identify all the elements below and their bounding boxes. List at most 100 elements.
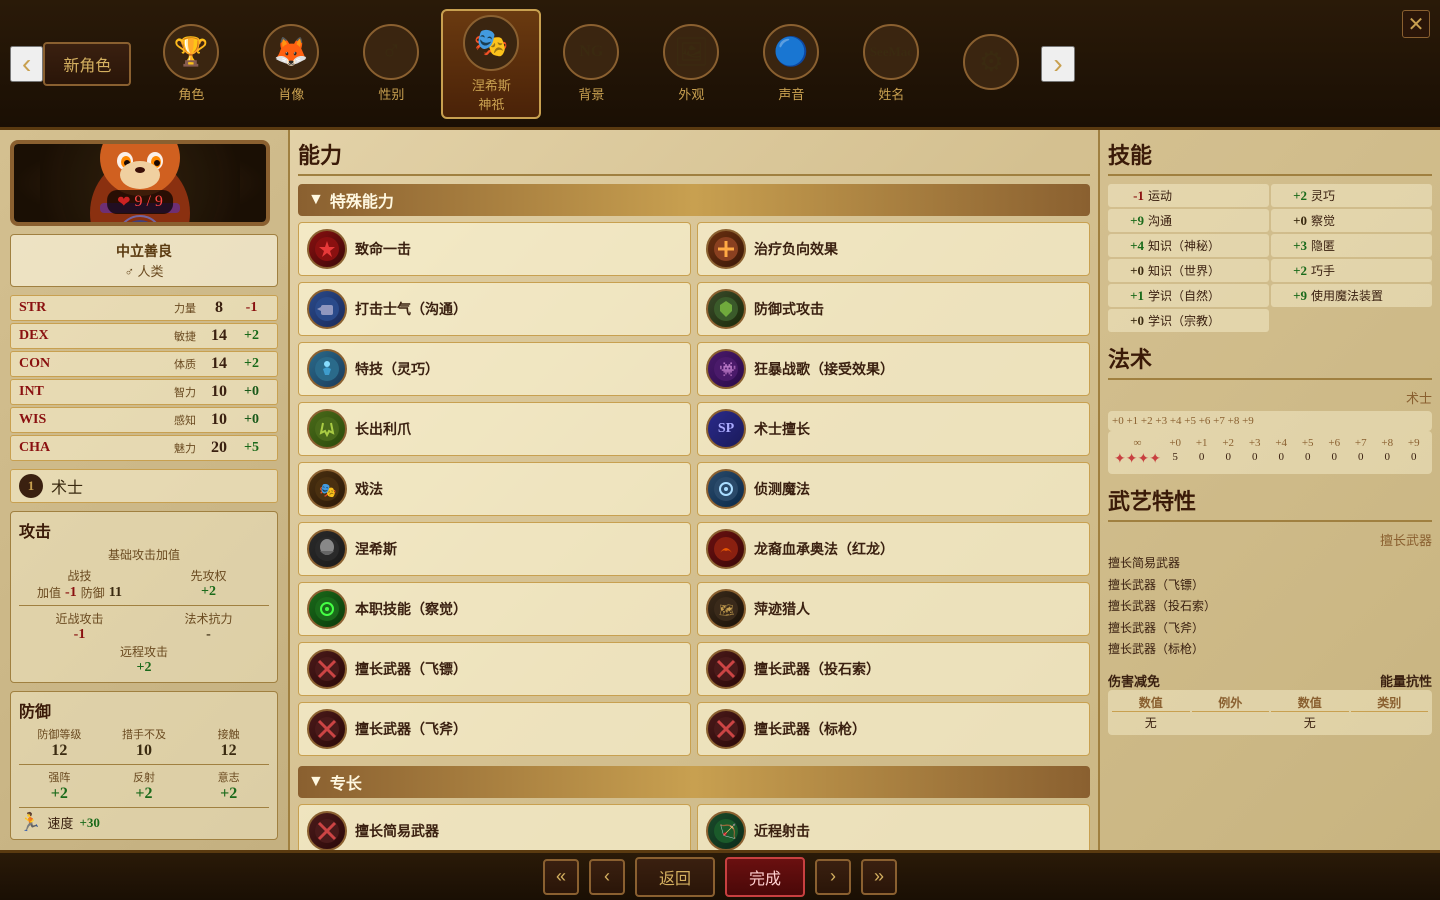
skill-agility[interactable]: +2 灵巧 — [1271, 184, 1432, 207]
bottom-bar: « ‹ 返回 完成 › » — [0, 850, 1440, 900]
ability-acrobatics[interactable]: 特技（灵巧） — [298, 342, 691, 396]
spell-dots-inf: ✦✦✦✦ — [1114, 451, 1161, 468]
prev-page-button[interactable]: ‹ — [589, 859, 625, 895]
ability-weapon-hatchet[interactable]: 擅长武器（飞斧） — [298, 702, 691, 756]
skills-grid: -1 运动 +2 灵巧 +9 沟通 +0 察觉 +4 知识（神秘） — [1108, 184, 1432, 332]
fort-label: 强阵 — [19, 769, 100, 785]
ability-sorcerer-proficiency[interactable]: SP 术士擅长 — [697, 402, 1090, 456]
cmd-value: 11 — [109, 585, 122, 601]
tab-portrait[interactable]: 🦊 肖像 — [241, 9, 341, 119]
weapon-feats-title: 武艺特性 — [1108, 484, 1432, 522]
skill-perception[interactable]: +0 察觉 — [1271, 209, 1432, 232]
spell-slots-container: +0 +1 +2 +3 +4 +5 +6 +7 +8 +9 — [1112, 415, 1254, 427]
skill-stealth[interactable]: +3 隐匿 — [1271, 234, 1432, 257]
tab-name[interactable]: SeeMac 姓名 — [841, 9, 941, 119]
int-mod: +0 — [234, 384, 269, 400]
tracker-name: 萍迹猎人 — [754, 599, 810, 619]
finish-button[interactable]: 完成 — [725, 857, 805, 897]
feat-ranged-shot[interactable]: 🏹 近程射击 — [697, 804, 1090, 850]
ability-detect-magic[interactable]: 侦测魔法 — [697, 462, 1090, 516]
spell-slot-sym: +0 +1 +2 +3 +4 +5 +6 +7 +8 +9 — [1112, 415, 1254, 427]
neshis-name: 涅希斯 — [355, 539, 397, 559]
agility-mod: +2 — [1277, 188, 1307, 204]
tab-gender[interactable]: ♂ 性别 — [341, 9, 441, 119]
ability-cantrips[interactable]: 🎭 戏法 — [298, 462, 691, 516]
tab-background-label: 背景 — [578, 84, 604, 103]
cmb-add-value: -1 — [65, 585, 77, 601]
k-arcane-mod: +4 — [1114, 238, 1144, 254]
ability-int[interactable]: INT 智力 10 +0 — [10, 379, 278, 405]
ranged-shot-name: 近程射击 — [754, 821, 810, 841]
svg-text:🗺: 🗺 — [719, 603, 734, 617]
nav-left-arrow[interactable]: ‹ — [10, 46, 43, 82]
attack-title: 攻击 — [19, 518, 269, 542]
skill-use-magic[interactable]: +9 使用魔法装置 — [1271, 284, 1432, 307]
weapon-item-1: 擅长武器（飞镖） — [1108, 575, 1432, 597]
first-page-button[interactable]: « — [543, 859, 579, 895]
ability-wis[interactable]: WIS 感知 10 +0 — [10, 407, 278, 433]
character-portrait[interactable]: ❤ 9 / 9 — [10, 140, 270, 226]
skill-knowledge-world[interactable]: +0 知识（世界） — [1108, 259, 1269, 282]
tab-character-label: 角色 — [178, 84, 204, 103]
skill-persuasion[interactable]: +9 沟通 — [1108, 209, 1269, 232]
ability-battle-cry[interactable]: 👾 狂暴战歌（接受效果） — [697, 342, 1090, 396]
tab-deity-sublabel: 神祇 — [478, 94, 504, 113]
skill-knowledge-nature[interactable]: +1 学识（自然） — [1108, 284, 1269, 307]
ability-heal-negative[interactable]: 治疗负向效果 — [697, 222, 1090, 276]
skill-athletics[interactable]: -1 运动 — [1108, 184, 1269, 207]
speed-label: 速度 — [47, 813, 73, 832]
tab-appearance[interactable]: 🖼 外观 — [641, 9, 741, 119]
k-religion-name: 学识（宗教） — [1148, 312, 1220, 329]
ability-scores: STR 力量 8 -1 DEX 敏捷 14 +2 CON 体质 14 +2 IN… — [10, 295, 278, 461]
settings-icon: ⚙ — [963, 34, 1019, 90]
ability-red-dragon[interactable]: 龙裔血承奥法（红龙） — [697, 522, 1090, 576]
ability-deadly-strike[interactable]: 致命一击 — [298, 222, 691, 276]
ability-str[interactable]: STR 力量 8 -1 — [10, 295, 278, 321]
ability-weapon-dart[interactable]: 擅长武器（飞镖） — [298, 642, 691, 696]
resist-value-2 — [1192, 714, 1270, 731]
special-abilities-header[interactable]: ▼ 特殊能力 — [298, 184, 1090, 216]
ability-dex[interactable]: DEX 敏捷 14 +2 — [10, 323, 278, 349]
ability-weapon-sling[interactable]: 擅长武器（投石索） — [697, 642, 1090, 696]
tab-name-label: 姓名 — [878, 84, 904, 103]
tab-settings[interactable]: ⚙ — [941, 9, 1041, 119]
tab-portrait-label: 肖像 — [278, 84, 304, 103]
ability-tracker[interactable]: 🗺 萍迹猎人 — [697, 582, 1090, 636]
cantrips-icon: 🎭 — [307, 469, 347, 509]
tab-background[interactable]: NG 背景 — [541, 9, 641, 119]
class-info[interactable]: 1 术士 — [10, 469, 278, 503]
ability-claws[interactable]: 长出利爪 — [298, 402, 691, 456]
ability-neshis[interactable]: 涅希斯 — [298, 522, 691, 576]
char-info-box: 中立善良 ♂ 人类 — [10, 234, 278, 287]
energy-resist-label: 能量抗性 — [1272, 671, 1432, 690]
last-page-button[interactable]: » — [861, 859, 897, 895]
close-button[interactable]: ✕ — [1402, 10, 1430, 38]
wis-value: 10 — [204, 411, 234, 429]
sleight-name: 巧手 — [1311, 262, 1335, 279]
ability-defensive-strike[interactable]: 防御式攻击 — [697, 282, 1090, 336]
nav-right-arrow[interactable]: › — [1041, 46, 1074, 82]
ability-perception-skill[interactable]: 本职技能（察觉） — [298, 582, 691, 636]
skill-sleight-of-hand[interactable]: +2 巧手 — [1271, 259, 1432, 282]
ability-con[interactable]: CON 体质 14 +2 — [10, 351, 278, 377]
tab-character[interactable]: 🏆 角色 — [141, 9, 241, 119]
combat-maneuver-label: 战技 — [19, 567, 140, 584]
class-name: 术士 — [51, 474, 83, 498]
feat-simple-weapon[interactable]: 擅长简易武器 — [298, 804, 691, 850]
dex-mod: +2 — [234, 328, 269, 344]
ability-weapon-javelin[interactable]: 擅长武器（标枪） — [697, 702, 1090, 756]
spell-resist-value: - — [148, 627, 269, 643]
ability-cha[interactable]: CHA 魅力 20 +5 — [10, 435, 278, 461]
new-character-button[interactable]: 新角色 — [43, 42, 131, 86]
next-page-button[interactable]: › — [815, 859, 851, 895]
tab-deity[interactable]: 🎭 涅希斯 神祇 — [441, 9, 541, 119]
resist-grid: 数值 例外 数值 类别 无 无 — [1108, 690, 1432, 735]
skill-knowledge-arcane[interactable]: +4 知识（神秘） — [1108, 234, 1269, 257]
back-button[interactable]: 返回 — [635, 857, 715, 897]
collapse-icon: ▼ — [308, 191, 324, 209]
ability-morale-boost[interactable]: 打击士气（沟通） — [298, 282, 691, 336]
feats-header[interactable]: ▼ 专长 — [298, 766, 1090, 798]
tab-voice[interactable]: 🔵 声音 — [741, 9, 841, 119]
skill-knowledge-religion[interactable]: +0 学识（宗教） — [1108, 309, 1269, 332]
spell-slots-row: +0 +1 +2 +3 +4 +5 +6 +7 +8 +9 — [1108, 411, 1432, 431]
